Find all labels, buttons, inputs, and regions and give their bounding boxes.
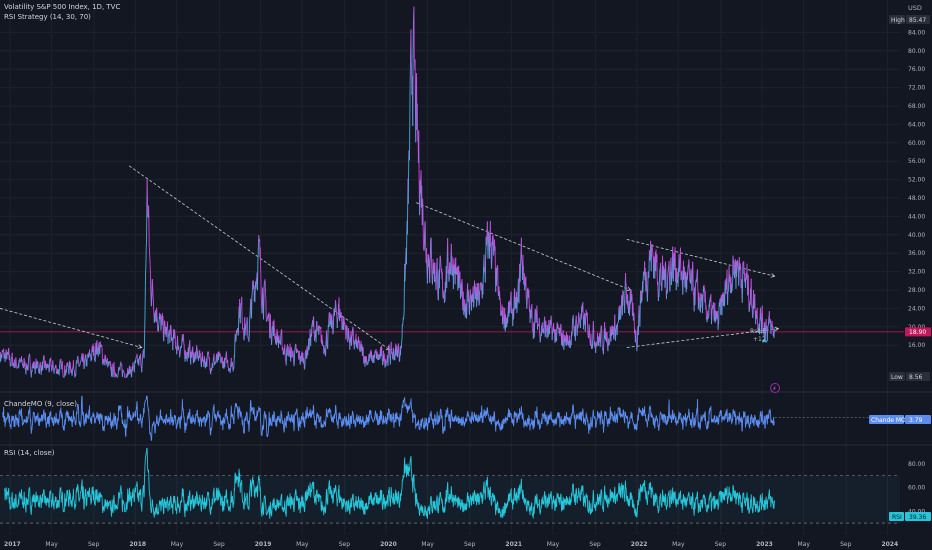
strategy-legend: RSI Strategy (14, 30, 70) xyxy=(4,13,91,21)
strategy-annotation: RsiLE +12 xyxy=(750,328,766,343)
y-tick-label: 40.00 xyxy=(908,232,925,239)
x-tick-label: May xyxy=(421,541,434,548)
y-tick-label: 60.00 xyxy=(908,140,925,147)
x-tick-label: May xyxy=(171,541,184,548)
x-tick-label: 2023 xyxy=(756,541,773,548)
x-tick-label: 2021 xyxy=(505,541,522,548)
trend-line[interactable] xyxy=(0,308,142,348)
chande-pane[interactable] xyxy=(2,395,904,441)
trend-line[interactable] xyxy=(128,165,391,351)
chande-mo-line xyxy=(2,395,775,441)
x-tick-label: 2022 xyxy=(631,541,648,548)
x-tick-label: 2018 xyxy=(129,541,146,548)
pager-button[interactable]: ⚡ xyxy=(770,383,780,393)
y-tick-label: 52.00 xyxy=(908,177,925,184)
x-tick-label: May xyxy=(547,541,560,548)
x-tick-label: 2024 xyxy=(881,541,898,548)
x-tick-label: Sep xyxy=(589,541,601,548)
x-tick-label: Sep xyxy=(464,541,476,548)
high-badge: High 85.47 xyxy=(889,15,930,24)
y-tick-label: 48.00 xyxy=(908,195,925,202)
price-legend[interactable]: Volatility S&P 500 Index, 1D, TVC RSI St… xyxy=(4,3,120,23)
trend-lines[interactable] xyxy=(0,165,780,351)
y-tick-label: 80.00 xyxy=(908,48,925,55)
price-axis[interactable]: 16.0020.0024.0028.0032.0036.0040.0044.00… xyxy=(908,29,925,349)
rsi-axis[interactable]: 40.0060.0080.00 xyxy=(908,461,925,515)
time-axis[interactable]: 2017 May Sep 2018 May Sep 2019 May Sep 2020 May Sep… xyxy=(4,541,898,548)
price-series xyxy=(0,6,775,378)
x-tick-label: May xyxy=(296,541,309,548)
y-tick-label: 28.00 xyxy=(908,287,925,294)
rsi-badge-label: RSI xyxy=(892,514,902,521)
last-price-badge: 18.90 xyxy=(905,327,931,337)
y-tick-label: 36.00 xyxy=(908,250,925,257)
chande-legend[interactable]: ChandeMO (9, close) xyxy=(4,400,77,408)
currency-label: USD xyxy=(908,4,922,12)
rsi-badge-value: 39.36 xyxy=(909,514,926,521)
y-tick-label: 56.00 xyxy=(908,158,925,165)
y-tick-label: 44.00 xyxy=(908,213,925,220)
x-tick-label: Sep xyxy=(840,541,852,548)
x-tick-label: 2020 xyxy=(380,541,397,548)
chande-badge: Chande MO 3.79 xyxy=(869,415,931,424)
low-badge: Low 8.56 xyxy=(889,372,930,381)
y-tick-label: 32.00 xyxy=(908,269,925,276)
x-tick-label: Sep xyxy=(213,541,225,548)
last-price-value: 18.90 xyxy=(909,329,926,336)
y-tick-label: 68.00 xyxy=(908,103,925,110)
chart-canvas[interactable]: 16.0020.0024.0028.0032.0036.0040.0044.00… xyxy=(0,0,932,550)
y-tick-label: 24.00 xyxy=(908,305,925,312)
pager-icon: ⚡ xyxy=(772,386,776,393)
high-badge-label: High xyxy=(891,17,905,24)
rsi-badge: RSI 39.36 xyxy=(889,512,931,521)
x-tick-label: May xyxy=(672,541,685,548)
low-badge-value: 8.56 xyxy=(909,374,923,381)
chande-badge-label: Chande MO xyxy=(871,417,906,424)
x-tick-label: 2019 xyxy=(255,541,272,548)
y-tick-label: 84.00 xyxy=(908,29,925,36)
rsi-tick-label: 60.00 xyxy=(908,485,925,492)
low-badge-label: Low xyxy=(891,374,903,381)
y-tick-label: 64.00 xyxy=(908,121,925,128)
x-tick-label: Sep xyxy=(715,541,727,548)
y-tick-label: 16.00 xyxy=(908,342,925,349)
rsi-legend[interactable]: RSI (14, close) xyxy=(4,449,54,457)
x-tick-label: May xyxy=(797,541,810,548)
high-badge-value: 85.47 xyxy=(909,17,926,24)
annotation-line-1: RsiLE xyxy=(750,328,766,335)
chart-title: Volatility S&P 500 Index, 1D, TVC xyxy=(4,3,121,11)
annotation-line-2: +12 xyxy=(753,336,766,343)
x-tick-label: Sep xyxy=(339,541,351,548)
y-tick-label: 72.00 xyxy=(908,85,925,92)
y-tick-label: 76.00 xyxy=(908,66,925,73)
x-tick-label: May xyxy=(45,541,58,548)
chande-badge-value: 3.79 xyxy=(909,417,923,424)
x-tick-label: Sep xyxy=(88,541,100,548)
rsi-tick-label: 80.00 xyxy=(908,461,925,468)
x-tick-label: 2017 xyxy=(4,541,21,548)
